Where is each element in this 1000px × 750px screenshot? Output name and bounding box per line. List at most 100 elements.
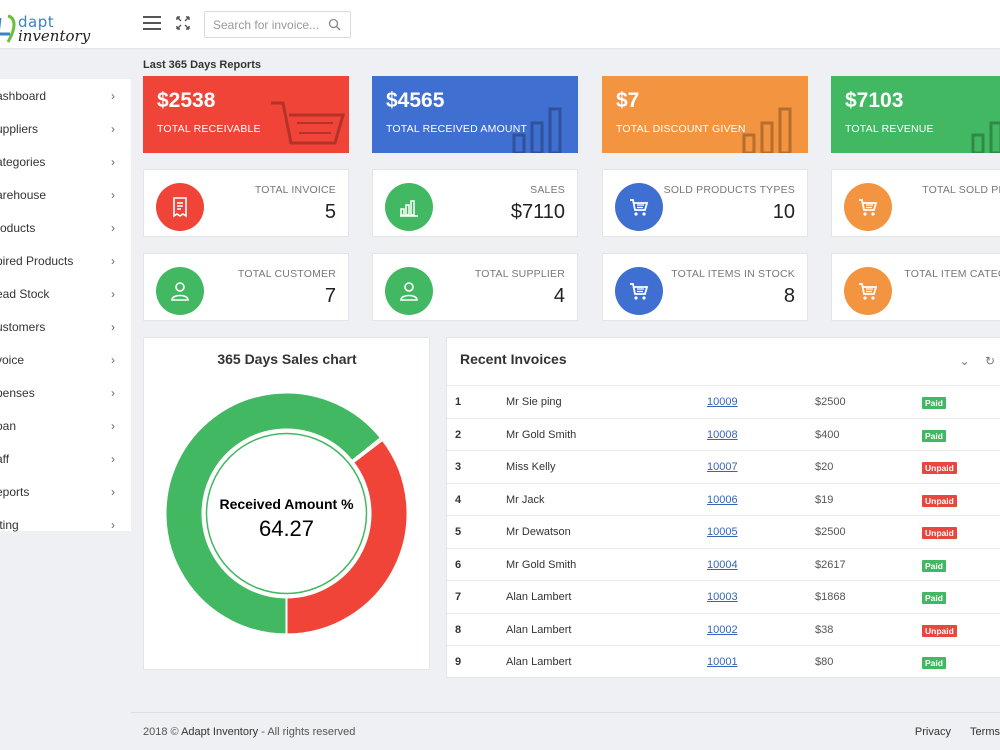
sidebar-item-label: eports	[0, 485, 30, 499]
invoice-link[interactable]: 10003	[707, 591, 738, 603]
sidebar-item[interactable]: tting ›	[0, 508, 131, 541]
stat-value: $7103	[845, 89, 904, 112]
row-number: 9	[455, 656, 462, 668]
status-badge: Paid	[922, 592, 946, 604]
search-input[interactable]	[213, 17, 323, 33]
user-icon	[385, 267, 433, 315]
sidebar-item[interactable]: ead Stock ›	[0, 277, 131, 310]
summary-card[interactable]: TOTAL SOLD PRO...	[831, 169, 1000, 237]
invoice-link[interactable]: 10002	[707, 624, 738, 636]
sidebar-item-label: ashboard	[0, 89, 47, 103]
sidebar-item-label: pired Products	[0, 254, 74, 268]
status-badge: Paid	[922, 397, 946, 409]
summary-card[interactable]: SALES $7110	[372, 169, 578, 237]
copyright-rights: - All rights reserved	[261, 726, 356, 738]
summary-card[interactable]: SOLD PRODUCTS TYPES 10	[602, 169, 808, 237]
stat-tile[interactable]: $4565 TOTAL RECEIVED AMOUNT	[372, 76, 578, 153]
summary-card[interactable]: TOTAL CUSTOMER 7	[143, 253, 349, 321]
stat-value: $2538	[157, 89, 216, 112]
customer-name: Alan Lambert	[506, 591, 572, 603]
refresh-icon[interactable]: ↻	[985, 354, 995, 368]
sidebar-item-label: tting	[0, 518, 19, 532]
invoice-link[interactable]: 10009	[707, 396, 738, 408]
chevron-right-icon: ›	[111, 89, 115, 103]
bar-chart-icon	[971, 121, 1000, 153]
status-badge: Paid	[922, 657, 946, 669]
fullscreen-icon[interactable]	[175, 15, 191, 31]
table-row[interactable]: 5 Mr Dewatson 10005 $2500 Unpaid	[447, 515, 1000, 547]
invoices-title: Recent Invoices	[460, 351, 567, 367]
collapse-icon[interactable]: ⌄	[960, 354, 970, 368]
bar-chart-icon	[385, 183, 433, 231]
table-row[interactable]: 7 Alan Lambert 10003 $1868 Paid	[447, 580, 1000, 612]
table-row[interactable]: 1 Mr Sie ping 10009 $2500 Paid	[447, 385, 1000, 417]
status-badge: Unpaid	[922, 494, 957, 507]
summary-card[interactable]: TOTAL ITEMS IN STOCK 8	[602, 253, 808, 321]
table-row[interactable]: 2 Mr Gold Smith 10008 $400 Paid	[447, 417, 1000, 450]
row-number: 6	[455, 558, 462, 571]
cart-icon	[271, 101, 345, 145]
chevron-right-icon: ›	[111, 188, 115, 202]
table-row[interactable]: 8 Alan Lambert 10002 $38 Unpaid	[447, 612, 1000, 645]
sidebar-item[interactable]: ategories ›	[0, 145, 131, 178]
row-number: 1	[455, 396, 462, 408]
sidebar-item[interactable]: ashboard ›	[0, 79, 131, 112]
menu-toggle-icon[interactable]	[143, 16, 161, 30]
row-number: 3	[455, 461, 462, 473]
invoice-link[interactable]: 10004	[707, 559, 738, 571]
summary-card[interactable]: TOTAL SUPPLIER 4	[372, 253, 578, 321]
receipt-icon	[156, 183, 204, 231]
invoice-link[interactable]: 10006	[707, 494, 738, 506]
invoice-link[interactable]: 10008	[707, 429, 738, 441]
sidebar-item[interactable]: ustomers ›	[0, 310, 131, 343]
cart-icon	[615, 267, 663, 315]
status-badge: Unpaid	[922, 527, 957, 539]
invoice-amount: $80	[815, 656, 834, 668]
stat-tile[interactable]: $7103 TOTAL REVENUE	[831, 76, 1000, 153]
sidebar-item[interactable]: penses ›	[0, 376, 131, 409]
privacy-link[interactable]: Privacy	[915, 726, 951, 738]
sidebar-item[interactable]: aff ›	[0, 442, 131, 475]
row-number: 7	[455, 591, 462, 603]
row-number: 8	[455, 623, 462, 636]
stat-tile[interactable]: $2538 TOTAL RECEIVABLE	[143, 76, 349, 153]
terms-link[interactable]: Terms	[970, 726, 1000, 738]
chevron-right-icon: ›	[111, 122, 115, 136]
user-icon	[156, 267, 204, 315]
summary-card[interactable]: TOTAL ITEM CATEGO...	[831, 253, 1000, 321]
sidebar-item[interactable]: voice ›	[0, 343, 131, 376]
sidebar-item[interactable]: arehouse ›	[0, 178, 131, 211]
sidebar-item-label: ead Stock	[0, 287, 50, 301]
table-row[interactable]: 6 Mr Gold Smith 10004 $2617 Paid	[447, 547, 1000, 580]
invoice-amount: $2500	[815, 396, 846, 408]
sidebar-item[interactable]: pired Products ›	[0, 244, 131, 277]
stat-tile[interactable]: $7 TOTAL DISCOUNT GIVEN	[602, 76, 808, 153]
invoice-link[interactable]: 10001	[707, 656, 738, 668]
sidebar-item-label: ustomers	[0, 320, 46, 334]
sidebar-item-label: oan	[0, 419, 17, 433]
table-row[interactable]: 3 Miss Kelly 10007 $20 Unpaid	[447, 450, 1000, 482]
sidebar-item[interactable]: oan ›	[0, 409, 131, 442]
sidebar: ashboard›uppliers›ategories›arehouse›rod…	[0, 79, 131, 532]
invoice-amount: $2500	[815, 526, 846, 538]
sidebar-item[interactable]: uppliers ›	[0, 112, 131, 145]
sidebar-item[interactable]: eports ›	[0, 475, 131, 508]
top-bar: dapt inventory	[0, 0, 1000, 49]
row-number: 2	[455, 428, 462, 441]
table-row[interactable]: 4 Mr Jack 10006 $19 Unpaid	[447, 482, 1000, 515]
stat-caption: TOTAL REVENUE	[845, 123, 934, 135]
card-caption: TOTAL SUPPLIER	[474, 268, 565, 280]
search-icon[interactable]	[328, 18, 341, 31]
chevron-right-icon: ›	[111, 320, 115, 334]
table-row[interactable]: 9 Alan Lambert 10001 $80 Paid	[447, 645, 1000, 677]
chevron-right-icon: ›	[111, 485, 115, 499]
chevron-right-icon: ›	[111, 386, 115, 400]
sidebar-item[interactable]: roducts ›	[0, 211, 131, 244]
app-logo[interactable]: dapt inventory	[0, 12, 106, 46]
summary-card[interactable]: TOTAL INVOICE 5	[143, 169, 349, 237]
invoice-link[interactable]: 10007	[707, 461, 738, 473]
sidebar-item-label: voice	[0, 353, 25, 367]
card-caption: SALES	[530, 184, 565, 196]
invoice-link[interactable]: 10005	[707, 526, 738, 538]
customer-name: Miss Kelly	[506, 461, 556, 473]
